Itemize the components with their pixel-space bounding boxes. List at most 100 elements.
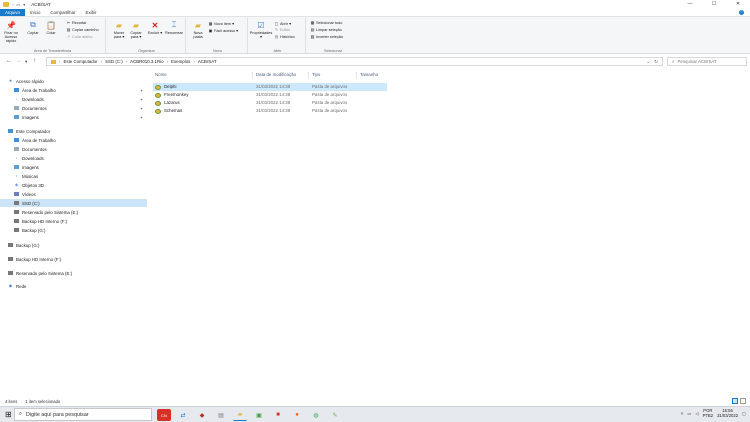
- help-icon[interactable]: ?: [739, 10, 744, 15]
- column-header-size[interactable]: Tamanho: [360, 72, 378, 77]
- app-red-square-icon[interactable]: ■: [271, 409, 285, 421]
- clock[interactable]: 15:56 31/03/2022: [717, 408, 738, 418]
- rename-button[interactable]: ⌶ Renomear: [165, 20, 183, 35]
- sidebar-item-backup-f[interactable]: Backup HD Interno (F:): [0, 255, 147, 263]
- new-folder-icon[interactable]: ▭: [16, 2, 20, 7]
- pin-icon[interactable]: ✦: [140, 97, 143, 102]
- address-bar[interactable]: › Este Computador › SSD (C:) › ACBR010.3…: [46, 57, 663, 66]
- column-header-name[interactable]: Nome: [155, 72, 167, 77]
- windows-start-icon[interactable]: ⊞: [5, 411, 12, 419]
- delphi-icon[interactable]: ◆: [195, 409, 209, 421]
- invert-selection-button[interactable]: ▧ Inverter seleção: [310, 35, 343, 40]
- copy-button[interactable]: ⧉ Copiar: [24, 20, 42, 35]
- taskbar-search-input[interactable]: Digite aqui para pesquisar: [26, 412, 89, 418]
- paste-shortcut-button[interactable]: ↗ Colar atalho: [66, 35, 93, 40]
- sidebar-item-network[interactable]: ◉ Rede: [0, 282, 147, 290]
- breadcrumb-segment[interactable]: ACBrSAT: [198, 59, 217, 64]
- recent-locations-icon[interactable]: ▾: [25, 58, 27, 65]
- paste-button[interactable]: 📋 Colar: [42, 20, 60, 36]
- pin-icon[interactable]: ✦: [140, 88, 143, 93]
- sidebar-item-this-pc[interactable]: Este Computador: [0, 127, 147, 135]
- refresh-icon[interactable]: ↻: [654, 59, 658, 64]
- select-all-button[interactable]: ▦ Selecionar tudo: [310, 21, 343, 26]
- breadcrumb-segment[interactable]: Este Computador: [63, 59, 97, 64]
- forward-icon[interactable]: →: [16, 58, 22, 65]
- sidebar-item-pc-desktop[interactable]: Área de Trabalho: [0, 136, 147, 144]
- select-none-button[interactable]: ▤ Limpar seleção: [310, 28, 342, 33]
- properties-button[interactable]: ☑ Propriedades ▾: [250, 20, 273, 40]
- sidebar-item-music[interactable]: ♪ Músicas: [0, 172, 147, 180]
- sidebar-item-pc-downloads[interactable]: ↓ Downloads: [0, 154, 147, 162]
- sidebar-item-reserved-e[interactable]: Reservado pelo Sistema (E:): [0, 269, 147, 277]
- details-view-icon[interactable]: [732, 398, 738, 404]
- app-green-icon[interactable]: ▣: [252, 409, 266, 421]
- teamviewer-icon[interactable]: ⇄: [176, 409, 190, 421]
- delete-button[interactable]: ✕ Excluir ▾: [146, 20, 164, 36]
- app-red-icon[interactable]: CN: [157, 409, 171, 421]
- new-item-button[interactable]: ▦ Novo item ▾: [208, 21, 234, 26]
- column-header-date[interactable]: Data de modificação: [256, 72, 296, 77]
- notepad-plus-icon[interactable]: ✎: [328, 409, 342, 421]
- breadcrumb-segment[interactable]: ACBR010.3.1Rio: [130, 59, 163, 64]
- copy-to-button[interactable]: ▰ Copiar para ▾: [127, 20, 145, 40]
- open-group: ☑ Propriedades ▾ ▢ Abrir ▾ ✎ Editar ◷ Hi…: [250, 18, 306, 53]
- file-explorer-icon[interactable]: ▰: [233, 409, 247, 421]
- sidebar-item-videos[interactable]: Vídeos: [0, 190, 147, 198]
- tab-exibir[interactable]: Exibir: [81, 9, 102, 16]
- minimize-button[interactable]: —: [678, 0, 702, 9]
- move-to-button[interactable]: ▰ Mover para ▾: [110, 20, 128, 40]
- sidebar-item-pc-documents[interactable]: Documentos: [0, 145, 147, 153]
- pin-icon[interactable]: ✦: [140, 115, 143, 120]
- file-row[interactable]: Lazarus 31/03/2022 14:38 Pasta de arquiv…: [153, 99, 387, 107]
- search-box[interactable]: ⌕ Pesquisar ACBrSAT: [667, 57, 747, 66]
- close-button[interactable]: ✕: [726, 0, 750, 9]
- file-row[interactable]: Schemas 31/03/2022 14:38 Pasta de arquiv…: [153, 107, 387, 115]
- sidebar-item-images[interactable]: Imagens ✦: [0, 113, 147, 121]
- sidebar-item-ssd[interactable]: SSD (C:): [0, 199, 147, 207]
- open-button[interactable]: ▢ Abrir ▾: [274, 21, 291, 26]
- maximize-button[interactable]: ☐: [702, 0, 726, 9]
- tab-compartilhar[interactable]: Compartilhar: [45, 9, 80, 16]
- history-button[interactable]: ◷ Histórico: [274, 35, 295, 40]
- sql-icon[interactable]: ▤: [214, 409, 228, 421]
- breadcrumb-segment[interactable]: SSD (C:): [105, 59, 123, 64]
- chevron-down-icon[interactable]: ▾: [23, 2, 25, 7]
- firefox-icon[interactable]: ●: [290, 409, 304, 421]
- large-icons-view-icon[interactable]: [740, 398, 746, 404]
- sidebar-item-backup-g[interactable]: Backup (G:): [0, 241, 147, 249]
- easy-access-button[interactable]: ▣ Fácil acesso ▾: [208, 28, 238, 33]
- notification-icon[interactable]: ▢: [742, 411, 746, 416]
- sidebar-item-desktop[interactable]: Área de Trabalho ✦: [0, 86, 147, 94]
- sidebar-item-pc-images[interactable]: Imagens: [0, 163, 147, 171]
- sidebar-item-drive-f[interactable]: Backup HD Interno (F:): [0, 217, 147, 225]
- edit-button[interactable]: ✎ Editar: [274, 28, 290, 33]
- network-status-icon[interactable]: ▭: [687, 411, 691, 416]
- chevron-up-icon[interactable]: ˄: [681, 411, 683, 416]
- sidebar-item-3d-objects[interactable]: ◈ Objetos 3D: [0, 181, 147, 189]
- pin-quick-access-button[interactable]: 📌 Fixar no Acesso rápido: [2, 20, 20, 44]
- sidebar-item-drive-e[interactable]: Reservado pelo Sistema (E:): [0, 208, 147, 216]
- tab-arquivo[interactable]: Arquivo: [0, 9, 25, 16]
- column-header-type[interactable]: Tipo: [312, 72, 320, 77]
- language-indicator[interactable]: POR PTB2: [703, 408, 713, 418]
- volume-icon[interactable]: ◁: [695, 411, 698, 416]
- search-input[interactable]: Pesquisar ACBrSAT: [677, 59, 716, 64]
- taskbar-search[interactable]: ⌕ Digite aqui para pesquisar: [14, 408, 152, 421]
- sidebar-item-downloads[interactable]: ↓ Downloads ✦: [0, 95, 147, 103]
- back-icon[interactable]: ←: [6, 58, 12, 65]
- cut-button[interactable]: ✂ Recortar: [66, 21, 87, 26]
- sidebar-item-quick-access[interactable]: ★ Acesso rápido: [0, 77, 147, 85]
- up-icon[interactable]: ↑: [33, 58, 36, 65]
- properties-icon[interactable]: ▫: [12, 2, 13, 7]
- sidebar-item-documents[interactable]: Documentos ✦: [0, 104, 147, 112]
- file-row[interactable]: Delphi 31/03/2022 14:38 Pasta de arquivo…: [153, 83, 387, 91]
- pin-icon[interactable]: ✦: [140, 106, 143, 111]
- breadcrumb-segment[interactable]: Exemplos: [171, 59, 190, 64]
- file-row[interactable]: Freemonkey 31/03/2022 14:38 Pasta de arq…: [153, 91, 387, 99]
- new-folder-button[interactable]: ▰ Nova pasta: [189, 20, 207, 40]
- copy-path-button[interactable]: ▤ Copiar caminho: [66, 28, 99, 33]
- sidebar-item-drive-g[interactable]: Backup (G:): [0, 226, 147, 234]
- tab-inicio[interactable]: Início: [25, 9, 46, 16]
- chevron-down-icon[interactable]: ⌄: [646, 59, 650, 64]
- chrome-icon[interactable]: ◍: [309, 409, 323, 421]
